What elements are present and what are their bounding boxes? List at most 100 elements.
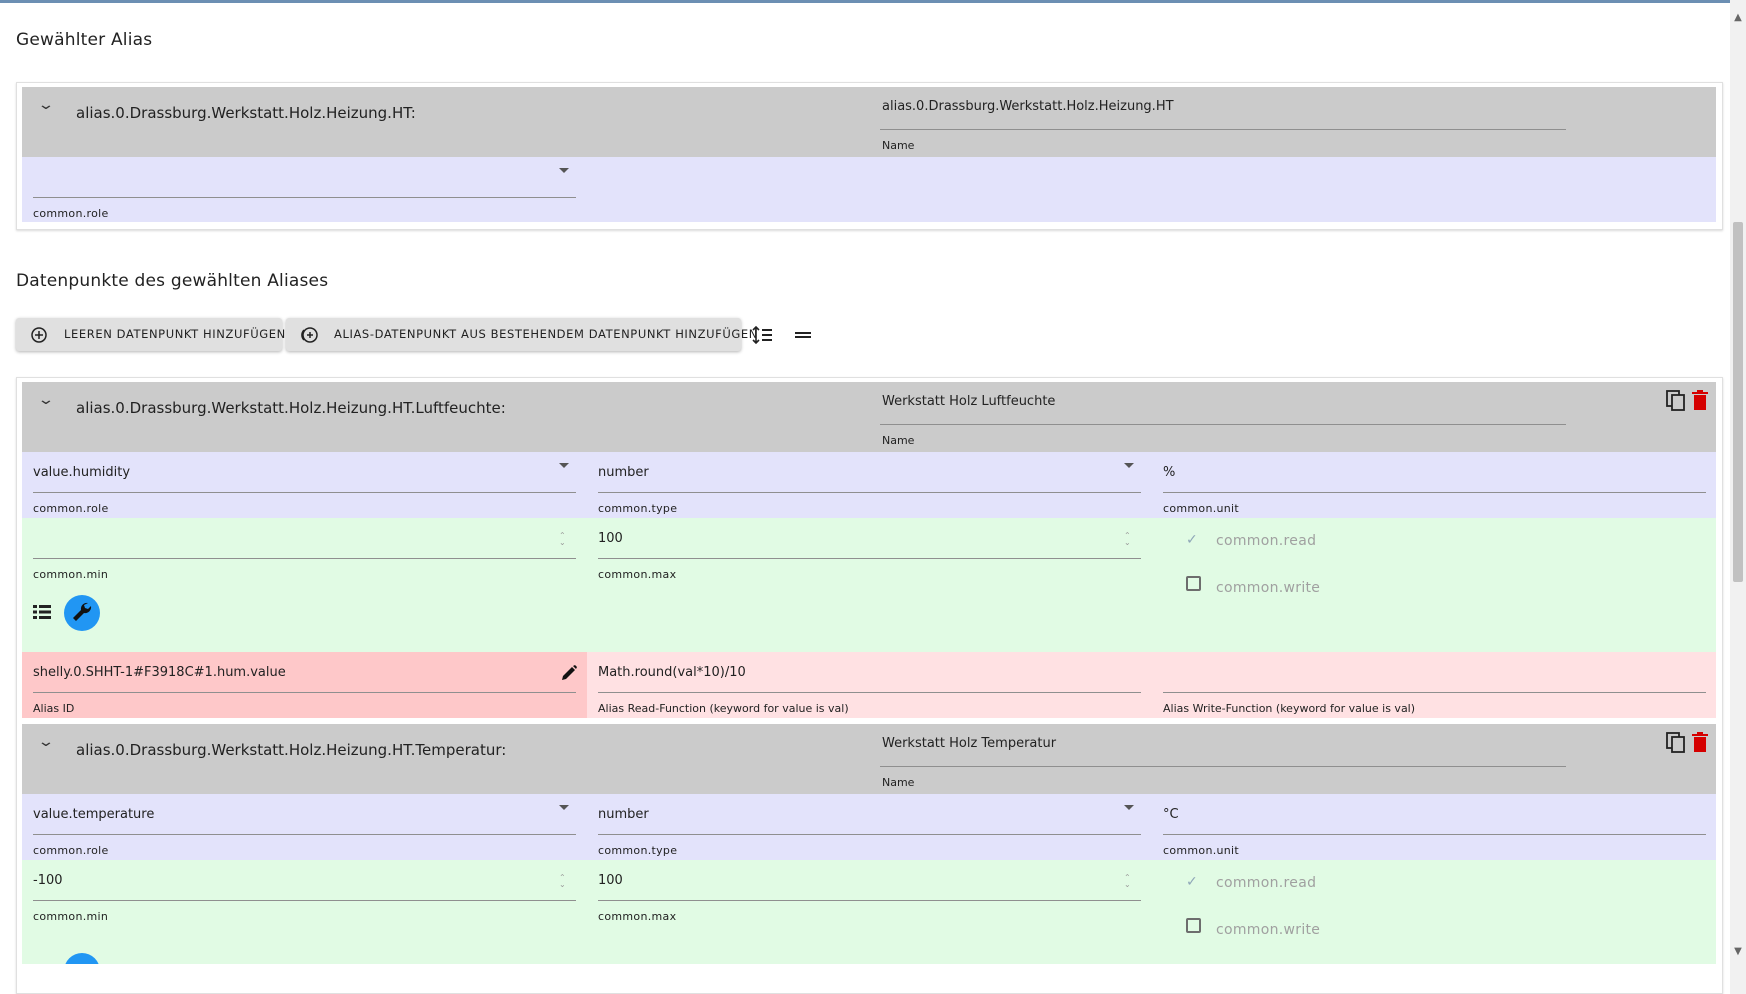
write-function-underline — [1163, 692, 1706, 693]
alias-id-underline — [33, 692, 576, 693]
role-select[interactable]: value.humidity common.role — [22, 452, 587, 515]
wrench-button[interactable] — [64, 595, 100, 631]
read-checkmark-icon[interactable]: ✓ — [1186, 874, 1198, 890]
role-value[interactable]: value.humidity — [33, 465, 130, 480]
read-function-field[interactable]: Math.round(val*10)/10 Alias Read-Functio… — [587, 652, 1152, 715]
name-label: Name — [882, 139, 915, 152]
write-label: common.write — [1216, 922, 1321, 938]
type-label: common.type — [598, 844, 678, 857]
add-from-existing-button[interactable]: ALIAS-DATENPUNKT AUS BESTEHENDEM DATENPU… — [286, 318, 757, 351]
selected-alias-panel: ⌄ alias.0.Drassburg.Werkstatt.Holz.Heizu… — [22, 87, 1716, 222]
role-select[interactable]: value.temperature common.role — [22, 794, 587, 857]
name-value[interactable]: alias.0.Drassburg.Werkstatt.Holz.Heizung… — [882, 99, 1174, 114]
type-label: common.type — [598, 502, 678, 515]
write-checkbox[interactable] — [1186, 918, 1201, 933]
max-label: common.max — [598, 568, 677, 581]
role-select[interactable]: common.role — [22, 157, 587, 220]
role-underline — [33, 197, 576, 198]
name-value[interactable]: Werkstatt Holz Luftfeuchte — [882, 394, 1055, 409]
unit-field[interactable]: % common.unit — [1152, 452, 1716, 515]
max-value[interactable]: 100 — [598, 531, 623, 546]
type-value[interactable]: number — [598, 807, 649, 822]
type-underline — [598, 492, 1141, 493]
min-field[interactable]: -100 ⌃ ⌄ common.min — [22, 860, 587, 923]
name-label: Name — [882, 776, 915, 789]
type-select[interactable]: number common.type — [587, 452, 1152, 515]
list-icon[interactable] — [33, 605, 51, 619]
spinner-icon[interactable]: ⌃ ⌄ — [1124, 874, 1131, 889]
vertical-scrollbar[interactable]: ▲ ▼ — [1730, 0, 1746, 994]
selected-alias-role-row: common.role — [22, 157, 1716, 222]
role-label: common.role — [33, 502, 109, 515]
type-underline — [598, 834, 1141, 835]
delete-icon[interactable] — [1692, 390, 1708, 410]
chevron-down-icon[interactable]: ⌄ — [37, 734, 55, 750]
min-label: common.min — [33, 568, 109, 581]
role-label: common.role — [33, 844, 109, 857]
write-checkbox[interactable] — [1186, 576, 1201, 591]
datapoints-heading: Datenpunkte des gewählten Aliases — [16, 271, 329, 291]
unit-underline — [1163, 492, 1706, 493]
equals-icon[interactable] — [792, 324, 814, 346]
scrollbar-thumb[interactable] — [1733, 222, 1743, 582]
spinner-icon[interactable]: ⌃ ⌄ — [1124, 532, 1131, 547]
min-value[interactable]: -100 — [33, 873, 63, 888]
unit-field[interactable]: °C common.unit — [1152, 794, 1716, 857]
dropdown-arrow-icon[interactable] — [559, 168, 569, 173]
dropdown-arrow-icon[interactable] — [559, 805, 569, 810]
role-underline — [33, 834, 576, 835]
dropdown-arrow-icon[interactable] — [1124, 463, 1134, 468]
alias-id-field[interactable]: shelly.0.SHHT-1#F3918C#1.hum.value Alias… — [22, 652, 587, 715]
max-field[interactable]: 100 ⌃ ⌄ common.max — [587, 518, 1152, 581]
name-label: Name — [882, 434, 915, 447]
min-field[interactable]: ⌃ ⌄ common.min — [22, 518, 587, 581]
scroll-down-icon[interactable]: ▼ — [1730, 946, 1746, 962]
type-select[interactable]: number common.type — [587, 794, 1152, 857]
max-value[interactable]: 100 — [598, 873, 623, 888]
max-field[interactable]: 100 ⌃ ⌄ common.max — [587, 860, 1152, 923]
name-field[interactable]: Werkstatt Holz Luftfeuchte Name — [880, 394, 1586, 447]
add-empty-datapoint-button[interactable]: LEEREN DATENPUNKT HINZUFÜGEN — [16, 318, 285, 351]
copy-icon[interactable] — [1666, 390, 1686, 412]
type-value[interactable]: number — [598, 465, 649, 480]
read-label: common.read — [1216, 533, 1317, 549]
read-function-value[interactable]: Math.round(val*10)/10 — [598, 665, 746, 680]
selected-alias-header: ⌄ alias.0.Drassburg.Werkstatt.Holz.Heizu… — [22, 87, 1716, 157]
datapoint-panel: ⌄ alias.0.Drassburg.Werkstatt.Holz.Heizu… — [22, 382, 1716, 718]
name-field[interactable]: alias.0.Drassburg.Werkstatt.Holz.Heizung… — [880, 99, 1586, 152]
read-checkmark-icon[interactable]: ✓ — [1186, 532, 1198, 548]
pencil-icon[interactable] — [560, 664, 578, 682]
write-function-field[interactable]: Alias Write-Function (keyword for value … — [1152, 652, 1716, 715]
add-from-existing-label: ALIAS-DATENPUNKT AUS BESTEHENDEM DATENPU… — [334, 327, 758, 341]
datapoint-title: alias.0.Drassburg.Werkstatt.Holz.Heizung… — [76, 399, 506, 417]
datapoint-header: ⌄ alias.0.Drassburg.Werkstatt.Holz.Heizu… — [22, 724, 1716, 794]
unit-value[interactable]: °C — [1163, 807, 1179, 822]
dropdown-arrow-icon[interactable] — [559, 463, 569, 468]
scroll-up-icon[interactable]: ▲ — [1730, 12, 1746, 28]
chevron-down-icon[interactable]: ⌄ — [37, 392, 55, 408]
unit-label: common.unit — [1163, 844, 1240, 857]
datapoint-range-row: ⌃ ⌄ common.min 100 ⌃ ⌄ common.max ✓ common… — [22, 518, 1716, 652]
copy-icon[interactable] — [1666, 732, 1686, 754]
spinner-icon[interactable]: ⌃ ⌄ — [559, 532, 566, 547]
alias-id-value[interactable]: shelly.0.SHHT-1#F3918C#1.hum.value — [33, 665, 286, 680]
name-value[interactable]: Werkstatt Holz Temperatur — [882, 736, 1056, 751]
dropdown-arrow-icon[interactable] — [1124, 805, 1134, 810]
selected-alias-title: alias.0.Drassburg.Werkstatt.Holz.Heizung… — [76, 104, 416, 122]
role-value[interactable]: value.temperature — [33, 807, 154, 822]
name-underline — [880, 129, 1566, 130]
datapoint-header: ⌄ alias.0.Drassburg.Werkstatt.Holz.Heizu… — [22, 382, 1716, 452]
datapoint-alias-row: shelly.0.SHHT-1#F3918C#1.hum.value Alias… — [22, 652, 1716, 718]
unit-value[interactable]: % — [1163, 465, 1175, 480]
add-circle-icon — [301, 327, 318, 343]
wrench-icon — [73, 602, 92, 621]
chevron-down-icon[interactable]: ⌄ — [37, 97, 55, 113]
max-underline — [598, 558, 1141, 559]
delete-icon[interactable] — [1692, 732, 1708, 752]
datapoint-panel: ⌄ alias.0.Drassburg.Werkstatt.Holz.Heizu… — [22, 724, 1716, 964]
name-field[interactable]: Werkstatt Holz Temperatur Name — [880, 736, 1586, 789]
sort-icon[interactable] — [752, 324, 774, 346]
min-underline — [33, 900, 576, 901]
wrench-button[interactable] — [64, 953, 100, 964]
spinner-icon[interactable]: ⌃ ⌄ — [559, 874, 566, 889]
